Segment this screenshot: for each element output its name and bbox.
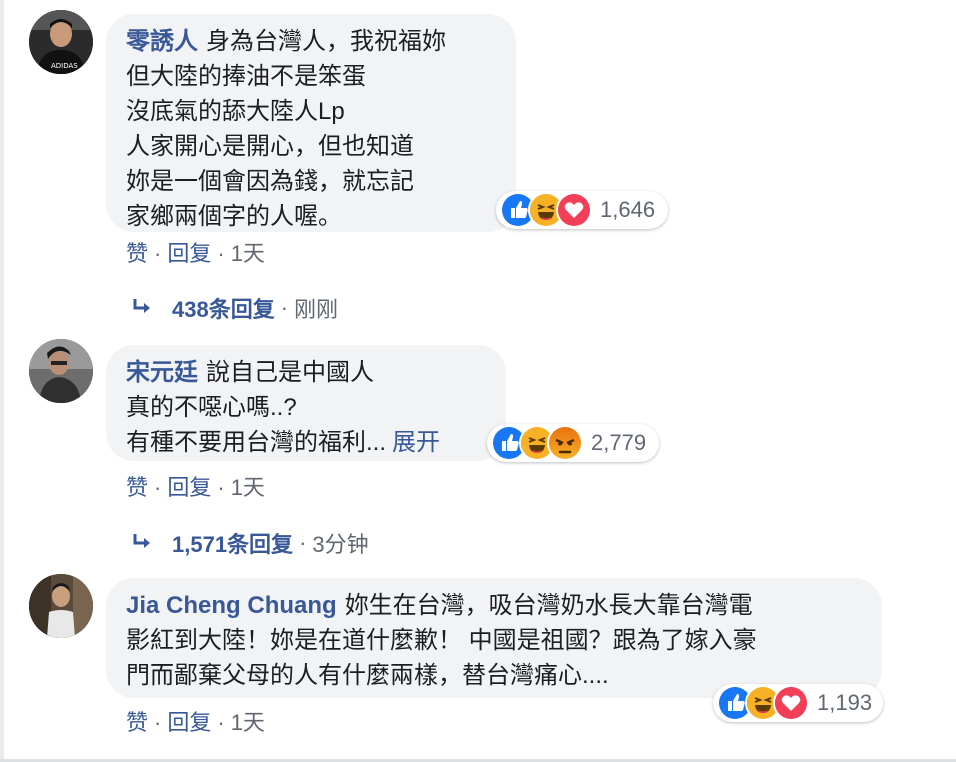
separator-dot: ·: [217, 241, 225, 266]
comment-timestamp[interactable]: 1天: [231, 710, 265, 735]
see-more-link[interactable]: 展开: [392, 429, 440, 456]
angry-reaction-icon: [547, 425, 583, 461]
comment-text-line: 真的不噁心嗎..?: [126, 394, 297, 421]
separator-dot: ·: [154, 475, 162, 500]
avatar[interactable]: ADIDAS: [29, 10, 93, 74]
reply-arrow-icon: [133, 534, 150, 548]
reaction-count: 1,193: [817, 690, 873, 715]
comment-text-line: 身為台灣人，我祝福妳: [206, 28, 446, 55]
reaction-count: 1,646: [600, 197, 656, 222]
reaction-summary[interactable]: 1,193: [713, 684, 883, 722]
panel-left-border: [0, 0, 4, 762]
avatar[interactable]: [29, 574, 93, 638]
reply-link[interactable]: 回复: [167, 241, 211, 266]
view-replies-link[interactable]: 1,571条回复 · 3分钟: [132, 527, 369, 559]
comment-text-line: 妳是一個會因為錢，就忘記: [126, 168, 414, 195]
comment-actions: 赞 · 回复 · 1天: [126, 705, 265, 737]
comment-text-line: 沒底氣的舔大陸人Lp: [126, 98, 345, 125]
separator-dot: ·: [217, 475, 225, 500]
love-reaction-icon: [556, 192, 592, 228]
comment-bubble: 宋元廷 說自己是中國人 真的不噁心嗎..? 有種不要用台灣的福利... 展开: [106, 345, 506, 461]
reply-link[interactable]: 回复: [167, 475, 211, 500]
comment-timestamp[interactable]: 1天: [231, 475, 265, 500]
reply-link[interactable]: 回复: [167, 710, 211, 735]
comment-actions: 赞 · 回复 · 1天: [126, 236, 265, 268]
replies-count[interactable]: 1,571条回复: [172, 527, 293, 559]
like-link[interactable]: 赞: [126, 475, 148, 500]
reaction-count: 2,779: [591, 430, 647, 455]
separator-dot: ·: [217, 710, 225, 735]
replies-timestamp: 刚刚: [294, 297, 339, 322]
comment-text-line: 家鄉兩個字的人喔。: [126, 203, 342, 230]
love-reaction-icon: [773, 685, 809, 721]
reply-arrow-icon: [133, 299, 150, 313]
view-replies-link[interactable]: 438条回复 · 刚刚: [132, 292, 338, 324]
comment-author[interactable]: 零誘人: [126, 28, 198, 55]
separator-dot: ·: [299, 530, 307, 555]
comment-text-line: 有種不要用台灣的福利...: [126, 429, 387, 456]
separator-dot: ·: [154, 710, 162, 735]
like-link[interactable]: 赞: [126, 241, 148, 266]
comment-bubble: Jia Cheng Chuang 妳生在台灣，吸台灣奶水長大靠台灣電 影紅到大陸！…: [106, 578, 882, 698]
comment-text-line: 說自己是中國人: [206, 359, 374, 386]
comment-actions: 赞 · 回复 · 1天: [126, 470, 265, 502]
replies-count[interactable]: 438条回复: [172, 292, 275, 324]
comment-author[interactable]: 宋元廷: [126, 359, 198, 386]
avatar[interactable]: [29, 339, 93, 403]
reaction-summary[interactable]: 1,646: [496, 191, 668, 229]
svg-text:ADIDAS: ADIDAS: [51, 62, 78, 70]
comment-author[interactable]: Jia Cheng Chuang: [126, 592, 337, 619]
comment-timestamp[interactable]: 1天: [231, 241, 265, 266]
comment-text-line: 影紅到大陸！妳是在道什麼歉！ 中國是祖國？跟為了嫁入豪: [126, 627, 757, 654]
like-link[interactable]: 赞: [126, 710, 148, 735]
comment-text-line: 人家開心是開心，但也知道: [126, 133, 414, 160]
reaction-summary[interactable]: 2,779: [487, 424, 659, 462]
separator-dot: ·: [154, 241, 162, 266]
replies-timestamp: 3分钟: [312, 532, 369, 557]
separator-dot: ·: [280, 295, 289, 320]
comment-bubble: 零誘人 身為台灣人，我祝福妳 但大陸的捧油不是笨蛋 沒底氣的舔大陸人Lp 人家開心…: [106, 14, 516, 232]
comment-text-line: 妳生在台灣，吸台灣奶水長大靠台灣電: [344, 592, 753, 619]
comment-text-line: 但大陸的捧油不是笨蛋: [126, 63, 366, 90]
